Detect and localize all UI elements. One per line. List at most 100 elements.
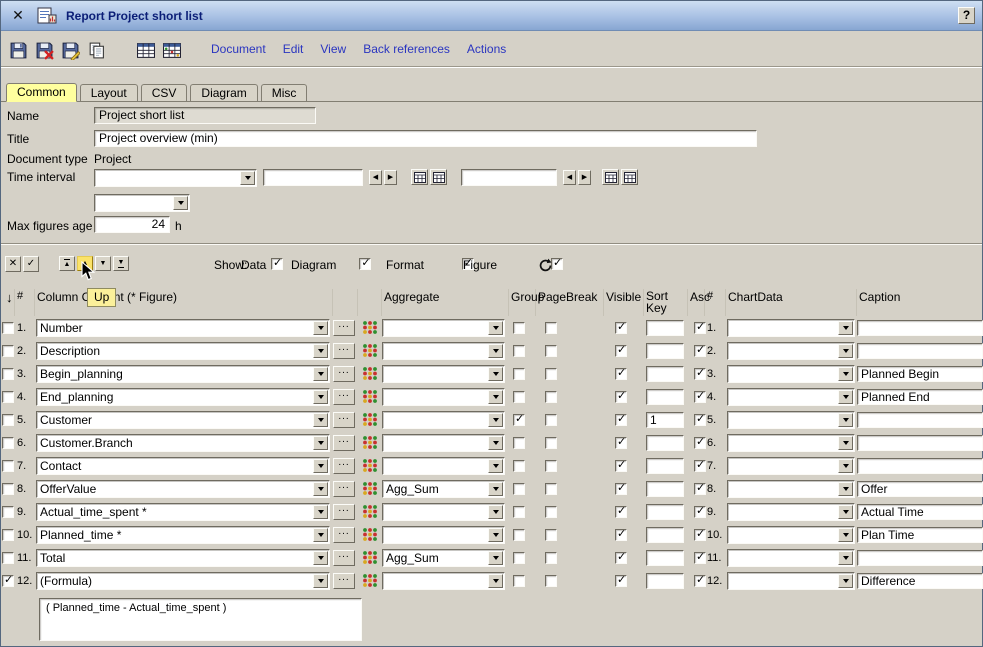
visible-checkbox[interactable] bbox=[615, 575, 627, 587]
chevron-down-icon[interactable] bbox=[838, 459, 853, 473]
calendar-button[interactable] bbox=[602, 169, 619, 185]
column-content-select[interactable]: Begin_planning bbox=[36, 365, 330, 383]
pagebreak-checkbox[interactable] bbox=[545, 345, 557, 357]
sortkey-input[interactable] bbox=[646, 504, 684, 520]
aggregate-select[interactable] bbox=[382, 434, 505, 452]
chevron-down-icon[interactable] bbox=[313, 367, 328, 381]
row-select-checkbox[interactable] bbox=[2, 437, 14, 449]
more-button[interactable]: ... bbox=[333, 458, 355, 474]
table-grid-button[interactable] bbox=[133, 37, 159, 63]
pagebreak-checkbox[interactable] bbox=[545, 529, 557, 541]
row-select-checkbox[interactable] bbox=[2, 368, 14, 380]
chevron-down-icon[interactable] bbox=[838, 390, 853, 404]
sortkey-input[interactable] bbox=[646, 527, 684, 543]
sortkey-input[interactable] bbox=[646, 573, 684, 589]
calendar-button[interactable] bbox=[411, 169, 428, 185]
caption-input[interactable]: Plan Time bbox=[857, 527, 983, 543]
move-up-button[interactable]: ▲ bbox=[77, 256, 93, 271]
next-date-button[interactable]: ▶ bbox=[384, 170, 397, 185]
visible-checkbox[interactable] bbox=[615, 368, 627, 380]
chevron-down-icon[interactable] bbox=[313, 505, 328, 519]
asc-checkbox[interactable] bbox=[694, 414, 706, 426]
figure-data-icon[interactable] bbox=[362, 435, 378, 450]
more-button[interactable]: ... bbox=[333, 343, 355, 359]
visible-checkbox[interactable] bbox=[615, 483, 627, 495]
chevron-down-icon[interactable] bbox=[488, 459, 503, 473]
pagebreak-checkbox[interactable] bbox=[545, 483, 557, 495]
row-select-checkbox[interactable] bbox=[2, 529, 14, 541]
pagebreak-checkbox[interactable] bbox=[545, 437, 557, 449]
aggregate-select[interactable] bbox=[382, 457, 505, 475]
chevron-down-icon[interactable] bbox=[240, 171, 255, 185]
asc-checkbox[interactable] bbox=[694, 483, 706, 495]
asc-checkbox[interactable] bbox=[694, 391, 706, 403]
chartdata-select[interactable] bbox=[727, 388, 855, 406]
asc-checkbox[interactable] bbox=[694, 529, 706, 541]
chevron-down-icon[interactable] bbox=[173, 196, 188, 210]
sortkey-input[interactable]: 1 bbox=[646, 412, 684, 428]
chartdata-select[interactable] bbox=[727, 434, 855, 452]
chartdata-select[interactable] bbox=[727, 549, 855, 567]
more-button[interactable]: ... bbox=[333, 504, 355, 520]
chevron-down-icon[interactable] bbox=[838, 413, 853, 427]
more-button[interactable]: ... bbox=[333, 320, 355, 336]
row-select-checkbox[interactable] bbox=[2, 506, 14, 518]
group-checkbox[interactable] bbox=[513, 460, 525, 472]
aggregate-select[interactable] bbox=[382, 526, 505, 544]
pagebreak-checkbox[interactable] bbox=[545, 322, 557, 334]
chevron-down-icon[interactable] bbox=[838, 551, 853, 565]
asc-checkbox[interactable] bbox=[694, 552, 706, 564]
chartdata-select[interactable] bbox=[727, 411, 855, 429]
column-content-select[interactable]: Description bbox=[36, 342, 330, 360]
column-content-select[interactable]: Customer.Branch bbox=[36, 434, 330, 452]
menu-view[interactable]: View bbox=[320, 42, 346, 56]
figure-data-icon[interactable] bbox=[362, 527, 378, 542]
aggregate-select[interactable] bbox=[382, 342, 505, 360]
chevron-down-icon[interactable] bbox=[838, 482, 853, 496]
close-icon[interactable]: ✕ bbox=[8, 6, 28, 26]
group-checkbox[interactable] bbox=[513, 414, 525, 426]
chevron-down-icon[interactable] bbox=[488, 482, 503, 496]
row-select-checkbox[interactable] bbox=[2, 345, 14, 357]
caption-input[interactable]: Offer bbox=[857, 481, 983, 497]
figure-data-icon[interactable] bbox=[362, 550, 378, 565]
chevron-down-icon[interactable] bbox=[488, 574, 503, 588]
move-bottom-button[interactable]: ▼ bbox=[113, 256, 129, 271]
sortkey-input[interactable] bbox=[646, 550, 684, 566]
chevron-down-icon[interactable] bbox=[838, 505, 853, 519]
chevron-down-icon[interactable] bbox=[313, 551, 328, 565]
chevron-down-icon[interactable] bbox=[838, 574, 853, 588]
visible-checkbox[interactable] bbox=[615, 529, 627, 541]
figure-data-icon[interactable] bbox=[362, 343, 378, 358]
chartdata-select[interactable] bbox=[727, 572, 855, 590]
chartdata-select[interactable] bbox=[727, 457, 855, 475]
aggregate-select[interactable] bbox=[382, 365, 505, 383]
figure-data-icon[interactable] bbox=[362, 458, 378, 473]
group-checkbox[interactable] bbox=[513, 529, 525, 541]
pagebreak-checkbox[interactable] bbox=[545, 552, 557, 564]
more-button[interactable]: ... bbox=[333, 481, 355, 497]
chevron-down-icon[interactable] bbox=[313, 344, 328, 358]
sortkey-input[interactable] bbox=[646, 435, 684, 451]
figure-data-icon[interactable] bbox=[362, 366, 378, 381]
more-button[interactable]: ... bbox=[333, 573, 355, 589]
time-from-input[interactable] bbox=[263, 169, 363, 186]
asc-checkbox[interactable] bbox=[694, 575, 706, 587]
next-date-button[interactable]: ▶ bbox=[578, 170, 591, 185]
deselect-all-button[interactable]: ✕ bbox=[5, 256, 21, 272]
pagebreak-checkbox[interactable] bbox=[545, 575, 557, 587]
visible-checkbox[interactable] bbox=[615, 345, 627, 357]
sortkey-input[interactable] bbox=[646, 481, 684, 497]
menu-edit[interactable]: Edit bbox=[283, 42, 304, 56]
sortkey-input[interactable] bbox=[646, 343, 684, 359]
sortkey-input[interactable] bbox=[646, 389, 684, 405]
asc-checkbox[interactable] bbox=[694, 322, 706, 334]
tab-misc[interactable]: Misc bbox=[261, 84, 308, 101]
chevron-down-icon[interactable] bbox=[313, 482, 328, 496]
group-checkbox[interactable] bbox=[513, 391, 525, 403]
caption-input[interactable] bbox=[857, 550, 983, 566]
move-down-button[interactable]: ▼ bbox=[95, 256, 111, 271]
prev-date-button[interactable]: ◀ bbox=[369, 170, 382, 185]
menu-actions[interactable]: Actions bbox=[467, 42, 506, 56]
chevron-down-icon[interactable] bbox=[488, 344, 503, 358]
